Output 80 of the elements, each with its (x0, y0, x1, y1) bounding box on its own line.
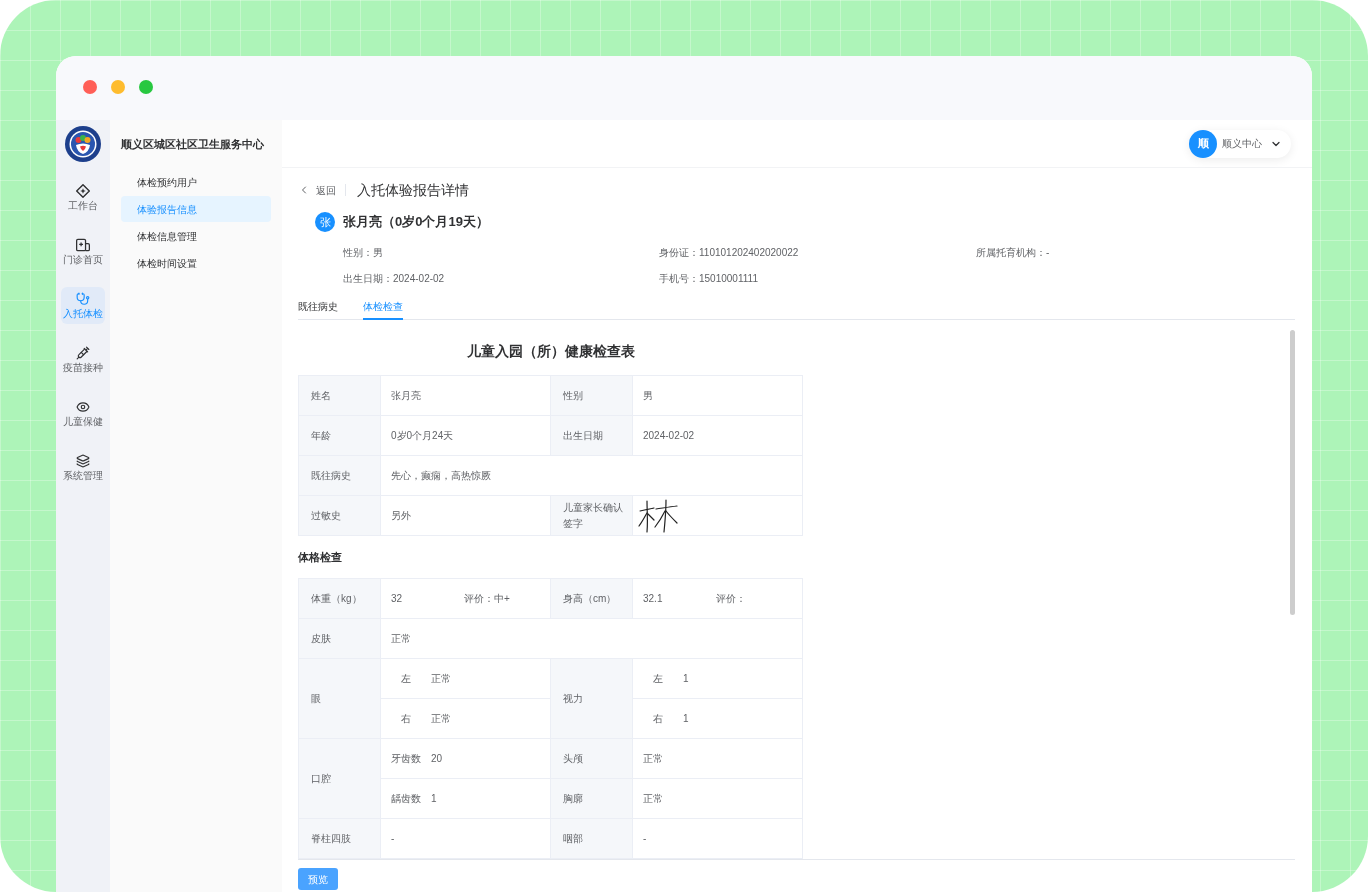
row-label-cell: 头颅 (551, 739, 633, 779)
row-label-cell: 性别 (551, 376, 633, 416)
item-label: 龋齿数 (391, 792, 421, 806)
cell-value: 正常 (391, 632, 411, 646)
tab[interactable]: 既往病史 (298, 297, 338, 320)
row-label-cell: 姓名 (299, 376, 381, 416)
row-label-cell: 过敏史 (299, 496, 381, 536)
cell-value: 另外 (391, 509, 411, 523)
cell-value: 32.1 (643, 592, 663, 606)
back-link[interactable]: 返回 (298, 182, 336, 198)
row-label-cell: 身高（cm） (551, 579, 633, 619)
cell-value: 32 (391, 592, 403, 606)
cell-value: 1 (431, 792, 437, 806)
row-label-cell: 体重（kg） (299, 579, 381, 619)
row-label-cell: 既往病史 (299, 456, 381, 496)
row-label-cell: 出生日期 (551, 416, 633, 456)
menu-item[interactable]: 体检时间设置 (121, 250, 271, 276)
cell-value: 男 (643, 389, 653, 403)
item-label: 右 (653, 712, 663, 726)
item-label: 左 (401, 672, 411, 686)
cell-value: 1 (683, 672, 689, 686)
nav-item[interactable]: 工作台 (61, 179, 105, 216)
signature-drawing (638, 498, 678, 533)
syringe-icon (76, 346, 90, 360)
nav-item[interactable]: 门诊首页 (61, 233, 105, 270)
rating-text: 评价： (716, 592, 746, 606)
rating-text: 评价：中+ (464, 592, 510, 606)
page-title: 入托体验报告详情 (357, 182, 469, 198)
row-label-cell: 视力 (551, 659, 633, 739)
menu-item[interactable]: 体检预约用户 (121, 169, 271, 195)
diamond-icon (76, 184, 90, 198)
row-label-cell: 儿童家长确认签字 (551, 496, 633, 536)
menu-item[interactable]: 体检信息管理 (121, 223, 271, 249)
info-field: 所属托育机构：- (976, 244, 1050, 260)
cell-value: 正常 (431, 672, 451, 686)
cell-value: 正常 (431, 712, 451, 726)
maximize-button[interactable] (139, 79, 153, 94)
eye-icon (76, 400, 90, 414)
scrollbar-thumb[interactable] (1290, 330, 1295, 615)
nav-item[interactable]: 系统管理 (61, 449, 105, 486)
cell-value: - (391, 832, 395, 846)
close-button[interactable] (83, 79, 97, 94)
row-label-cell: 口腔 (299, 739, 381, 819)
info-field: 出生日期：2024-02-02 (343, 270, 445, 286)
cell-value: - (643, 832, 647, 846)
account-menu[interactable]: 顺 顺义中心 (1189, 129, 1291, 158)
item-label: 左 (653, 672, 663, 686)
row-label-cell: 眼 (299, 659, 381, 739)
stethoscope-icon (76, 292, 90, 306)
row-label-cell: 咽部 (551, 819, 633, 859)
row-label-cell: 胸廓 (551, 779, 633, 819)
info-field: 身份证：110101202402020022 (659, 244, 799, 260)
cell-value: 正常 (643, 792, 663, 806)
nav-item[interactable]: 疫苗接种 (61, 341, 105, 378)
row-label-cell: 皮肤 (299, 619, 381, 659)
report-title: 儿童入园（所）健康检查表 (466, 342, 635, 361)
row-label-cell: 年龄 (299, 416, 381, 456)
section-title: 体格检查 (298, 549, 342, 565)
cell-value: 正常 (643, 752, 663, 766)
cell-value: 张月亮 (391, 389, 421, 403)
info-field: 手机号：15010001111 (659, 270, 758, 286)
minimize-button[interactable] (111, 79, 125, 94)
row-label-cell: 脊柱四肢 (299, 819, 381, 859)
tab[interactable]: 体检检查 (363, 297, 403, 320)
item-label: 牙齿数 (391, 752, 421, 766)
user-avatar: 顺 (1189, 129, 1217, 158)
cell-value: 2024-02-02 (643, 429, 695, 443)
nav-item[interactable]: 儿童保健 (61, 395, 105, 432)
layers-icon (76, 454, 90, 468)
patient-name: 张月亮（0岁0个月19天） (343, 213, 489, 232)
cell-value: 20 (431, 752, 443, 766)
patient-avatar: 张 (315, 212, 335, 232)
logo-icon (65, 126, 101, 162)
info-field: 性别：男 (343, 244, 383, 260)
medical-board-icon (76, 238, 90, 252)
cell-value: 0岁0个月24天 (391, 429, 454, 443)
org-name: 顺义区城区社区卫生服务中心 (121, 137, 265, 152)
item-label: 右 (401, 712, 411, 726)
cell-value: 1 (683, 712, 689, 726)
cell-value: 先心，癫痫，高热惊厥 (391, 469, 491, 483)
